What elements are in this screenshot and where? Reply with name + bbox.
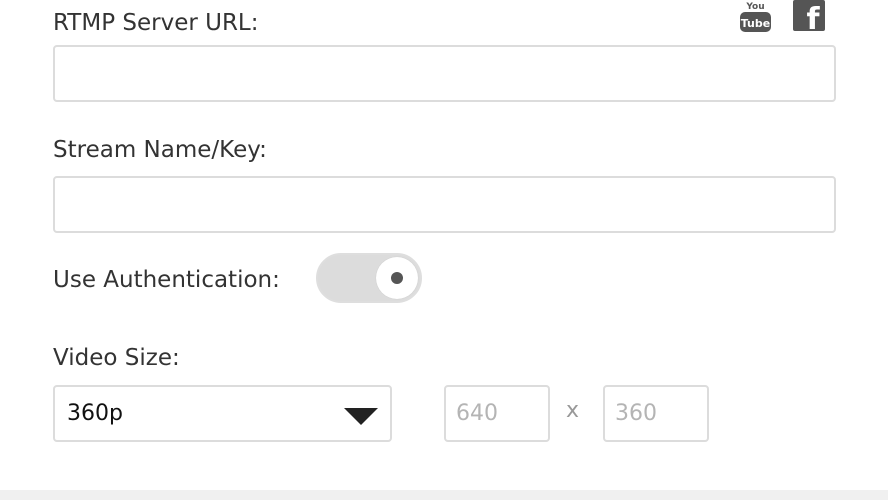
chevron-down-icon	[344, 408, 378, 425]
dimension-separator: x	[566, 398, 580, 423]
video-size-label: Video Size:	[53, 345, 180, 371]
facebook-icon[interactable]: f	[793, 0, 825, 31]
youtube-icon-text-top: You	[745, 2, 764, 12]
video-height-input[interactable]	[603, 385, 709, 442]
toggle-knob	[376, 257, 418, 299]
video-size-selected-value: 360p	[67, 401, 123, 426]
rtmp-url-input[interactable]	[53, 45, 836, 102]
youtube-icon[interactable]: You Tube	[739, 0, 772, 33]
footer-divider	[0, 490, 888, 500]
stream-key-label: Stream Name/Key:	[53, 137, 267, 163]
youtube-icon-text-bottom: Tube	[741, 17, 770, 30]
video-width-input[interactable]	[444, 385, 550, 442]
rtmp-url-label: RTMP Server URL:	[53, 10, 259, 36]
video-size-select[interactable]: 360p	[53, 385, 392, 442]
use-authentication-label: Use Authentication:	[53, 267, 280, 293]
toggle-dot-icon	[391, 272, 403, 284]
use-authentication-toggle[interactable]	[316, 253, 422, 303]
rtmp-stream-settings: You Tube f RTMP Server URL: Stream Name/…	[0, 0, 888, 500]
stream-key-input[interactable]	[53, 176, 836, 233]
facebook-icon-glyph: f	[806, 2, 820, 31]
